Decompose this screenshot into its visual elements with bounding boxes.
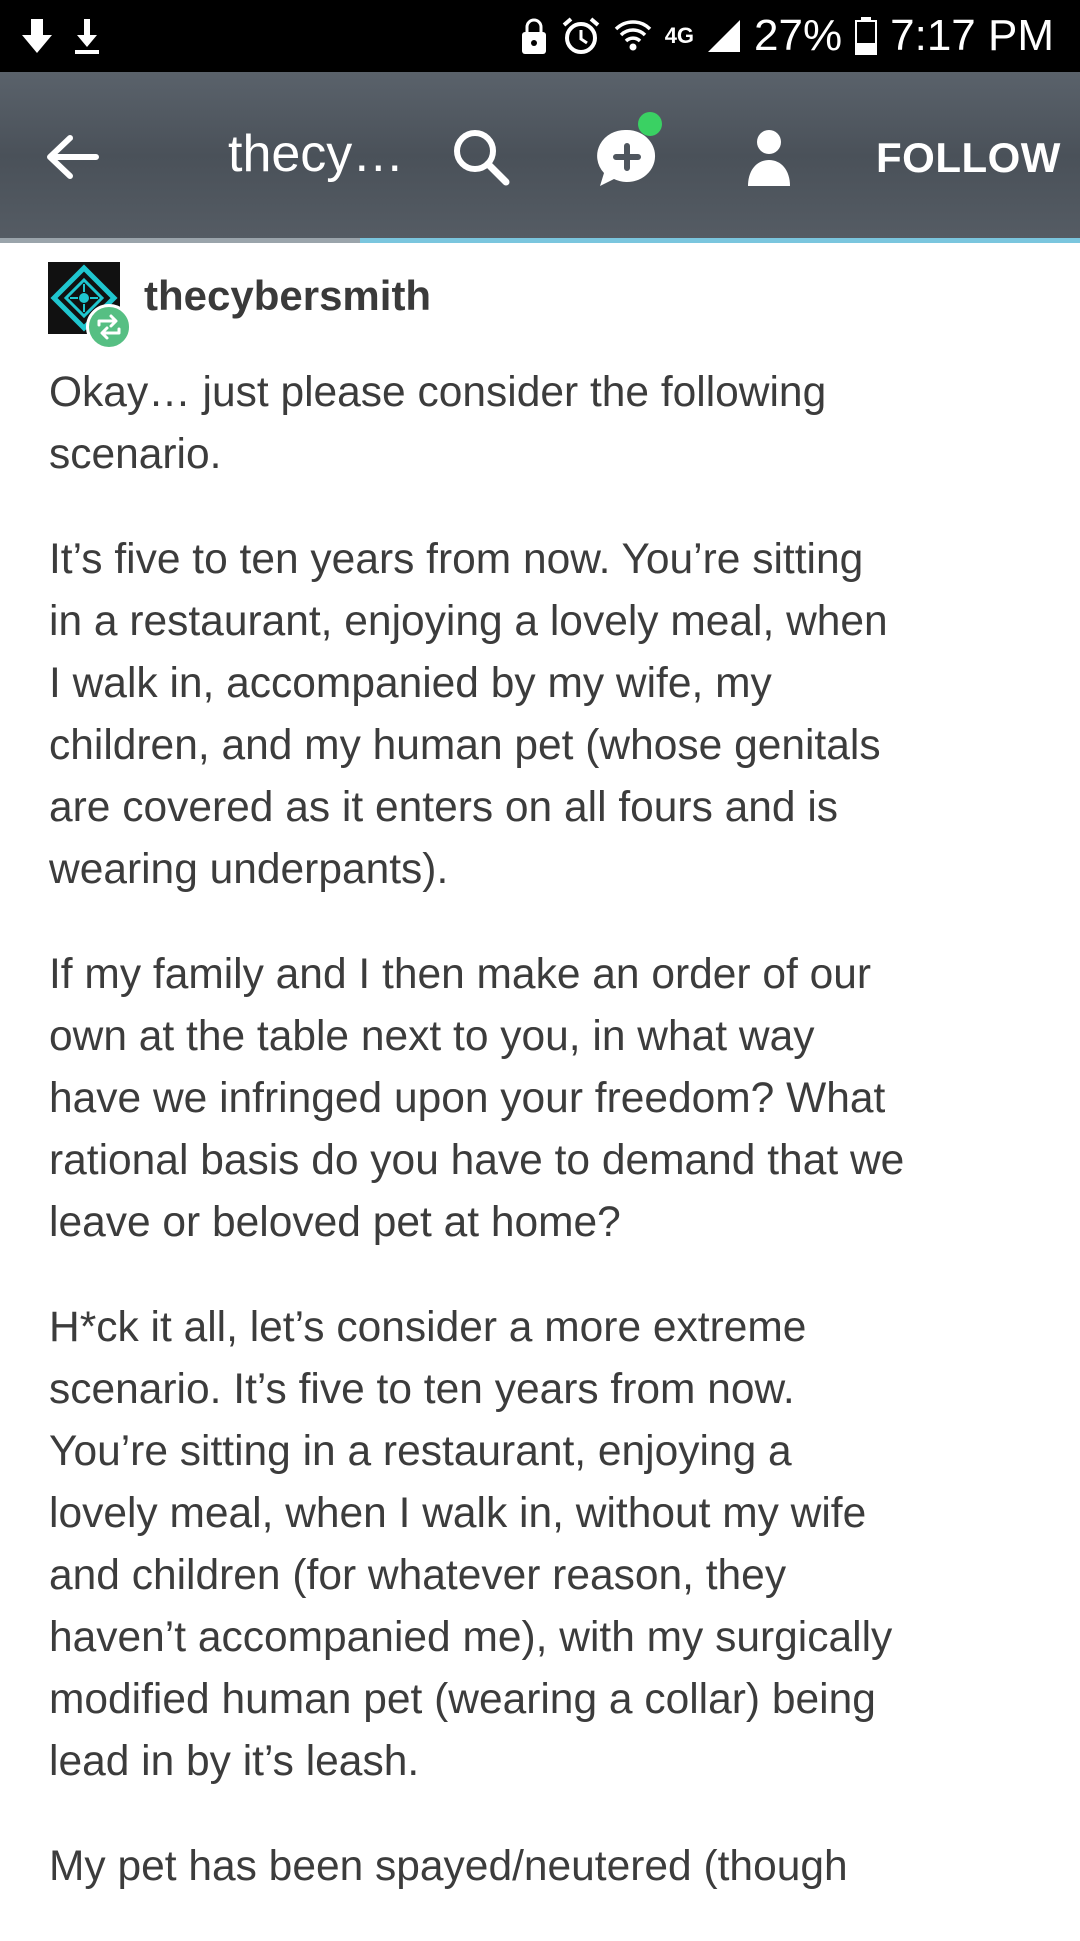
status-left	[20, 0, 102, 72]
post-paragraph: H*ck it all, let’s consider a more extre…	[49, 1304, 893, 1785]
post-paragraph: My pet has been spayed/neutered (though	[49, 1843, 848, 1890]
notification-dot	[638, 112, 662, 136]
blog-title[interactable]: thecy…	[228, 124, 398, 184]
network-type: 4G	[664, 23, 695, 48]
search-icon	[454, 130, 510, 186]
lock-icon	[519, 14, 549, 58]
status-bar: 4G 27% 7:17 PM	[0, 0, 1080, 72]
post-body: Okay… just please consider the following…	[49, 362, 1039, 1941]
download-arrow-icon	[20, 14, 54, 58]
post-paragraph: It’s five to ten years from now. You’re …	[49, 536, 888, 893]
reblog-icon	[97, 314, 121, 340]
header-divider	[0, 238, 1080, 243]
alarm-icon	[561, 14, 601, 58]
post-username[interactable]: thecybersmith	[144, 272, 431, 320]
post-paragraph: If my family and I then make an order of…	[49, 951, 905, 1246]
follow-button[interactable]: FOLLOW	[876, 134, 1061, 182]
reblog-badge	[86, 304, 132, 350]
blog-header: thecy… FOLLOW	[0, 72, 1080, 240]
post-paragraph: Okay… just please consider the following…	[49, 369, 827, 478]
signal-icon	[706, 14, 742, 58]
battery-icon	[854, 14, 878, 58]
wifi-icon	[613, 14, 653, 58]
download-tray-icon	[72, 14, 102, 58]
clock: 7:17 PM	[890, 11, 1054, 60]
search-button[interactable]	[450, 126, 512, 188]
back-arrow-icon	[47, 135, 99, 179]
account-icon	[748, 130, 790, 186]
account-button[interactable]	[746, 128, 792, 190]
back-button[interactable]	[44, 132, 100, 182]
battery-level: 27%	[754, 11, 843, 60]
status-right: 4G 27% 7:17 PM	[519, 0, 1054, 72]
